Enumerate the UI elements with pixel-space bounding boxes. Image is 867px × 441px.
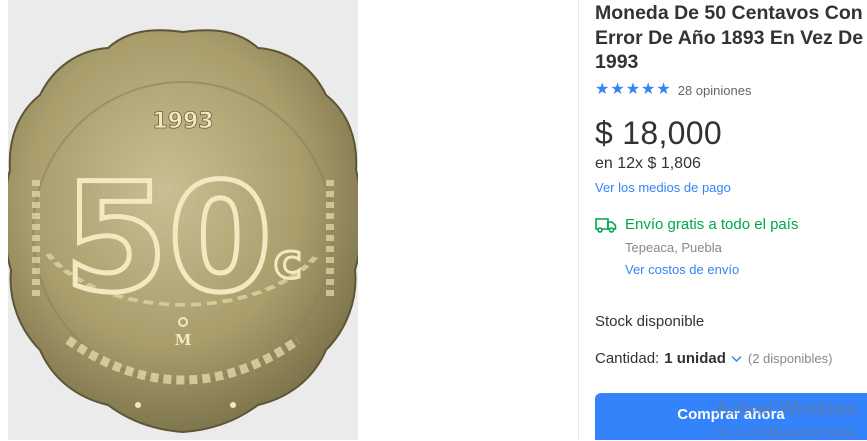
product-price: $ 18,000 (595, 115, 722, 151)
stock-status: Stock disponible (595, 313, 705, 330)
product-photo[interactable]: 1993 50 c M (8, 0, 358, 440)
column-divider (578, 0, 579, 440)
watermark-line1: Activar Windows (716, 399, 857, 420)
star-icon: ★ (625, 81, 641, 98)
windows-activation-watermark: Activar Windows Ve a Configuración para (716, 399, 857, 441)
product-gallery: 1993 50 c M (0, 0, 578, 440)
star-icon: ★ (641, 81, 656, 98)
installments: en 12x $ 1,806 (595, 155, 701, 172)
product-title: Moneda De 50 Centavos Con Error De Año 1… (595, 2, 864, 73)
star-icon: ★ (610, 81, 625, 98)
quantity-available: (2 disponibles) (747, 351, 833, 366)
payment-methods-link[interactable]: Ver los medios de pago (595, 180, 731, 195)
quantity-label: Cantidad: (595, 350, 660, 367)
shipping-info: Envío gratis a todo el país (595, 216, 798, 233)
coin-year: 1993 (152, 109, 213, 134)
shipping-cost-link[interactable]: Ver costos de envío (625, 262, 739, 277)
watermark-line2: Ve a Configuración para (716, 424, 856, 439)
truck-icon (595, 217, 617, 233)
coin-currency-sign: c (274, 234, 302, 290)
quantity-value[interactable]: 1 unidad (664, 350, 726, 367)
quantity-selector[interactable]: Cantidad: 1 unidad (2 disponibles) (595, 350, 832, 367)
chevron-down-icon[interactable] (731, 355, 742, 363)
rating-summary[interactable]: ★ ★ ★ ★ ★ 28 opiniones (595, 82, 751, 98)
free-shipping-text: Envío gratis a todo el país (625, 216, 799, 233)
coin-mint-mark: M (175, 331, 192, 349)
star-icon: ★ (656, 81, 671, 98)
reviews-count[interactable]: 28 opiniones (678, 83, 752, 98)
star-icon: ★ (595, 81, 610, 98)
coin-image: 1993 50 c M (8, 0, 358, 440)
seller-location: Tepeaca, Puebla (625, 240, 722, 255)
coin-value: 50 (64, 152, 273, 326)
star-rating: ★ ★ ★ ★ ★ (595, 82, 671, 98)
